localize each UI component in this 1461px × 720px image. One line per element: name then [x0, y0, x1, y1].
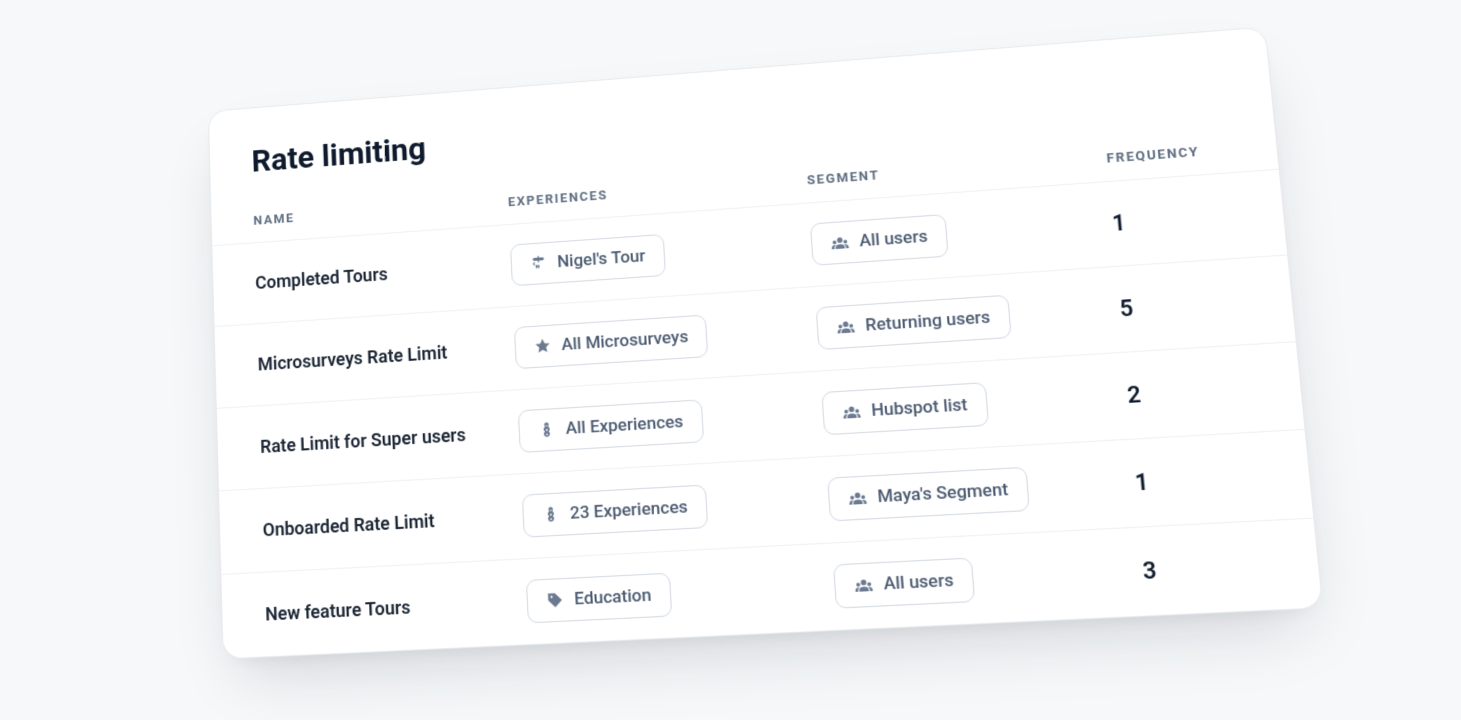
users-icon	[830, 233, 850, 252]
experience-label: All Experiences	[565, 412, 684, 439]
experience-chip[interactable]: Education	[526, 573, 672, 624]
frequency-value: 2	[1116, 351, 1306, 430]
logo-icon	[537, 420, 556, 439]
segment-label: Maya's Segment	[877, 479, 1009, 507]
segment-chip[interactable]: All users	[833, 557, 975, 608]
rule-name[interactable]: Rate Limit for Super users	[217, 401, 512, 480]
segment-cell: Hubspot list	[812, 353, 1123, 456]
signpost-icon	[529, 254, 548, 273]
logo-icon	[541, 505, 560, 524]
tag-icon	[546, 590, 565, 610]
segment-cell: All users	[823, 528, 1138, 630]
experience-chip[interactable]: All Microsurveys	[514, 315, 709, 370]
users-icon	[848, 488, 868, 508]
experience-label: Nigel's Tour	[557, 246, 646, 272]
segment-label: All users	[859, 226, 929, 251]
experience-chip[interactable]: All Experiences	[518, 399, 704, 453]
table-body: Completed Tours Nigel's Tour All users 1 Mic…	[212, 170, 1322, 659]
experience-chip[interactable]: Nigel's Tour	[510, 234, 666, 286]
experience-cell: Education	[517, 544, 829, 645]
experience-label: All Microsurveys	[561, 327, 689, 355]
segment-label: Hubspot list	[871, 395, 969, 421]
segment-label: All users	[883, 570, 954, 595]
frequency-value: 1	[1101, 178, 1288, 257]
frequency-value: 5	[1108, 264, 1297, 343]
segment-cell: Maya's Segment	[817, 440, 1130, 543]
star-icon	[533, 337, 552, 356]
segment-chip[interactable]: Hubspot list	[821, 382, 989, 435]
experience-label: 23 Experiences	[569, 497, 688, 524]
segment-chip[interactable]: Returning users	[816, 295, 1012, 350]
experience-label: Education	[574, 585, 652, 610]
experience-cell: All Experiences	[509, 372, 817, 474]
users-icon	[842, 402, 862, 422]
frequency-value: 3	[1131, 528, 1323, 607]
experience-chip[interactable]: 23 Experiences	[522, 485, 708, 538]
rule-name[interactable]: Completed Tours	[213, 236, 505, 316]
segment-chip[interactable]: Maya's Segment	[827, 467, 1030, 522]
rule-name[interactable]: Microsurveys Rate Limit	[215, 318, 509, 397]
frequency-value: 1	[1123, 439, 1314, 518]
segment-label: Returning users	[865, 307, 991, 336]
users-icon	[854, 575, 874, 595]
rule-name[interactable]: New feature Tours	[222, 571, 521, 648]
users-icon	[836, 317, 856, 337]
experience-cell: 23 Experiences	[513, 458, 823, 559]
segment-chip[interactable]: All users	[810, 214, 949, 266]
rate-limiting-card: Rate limiting NAME EXPERIENCES SEGMENT F…	[208, 26, 1324, 659]
rule-name[interactable]: Onboarded Rate Limit	[219, 485, 516, 563]
